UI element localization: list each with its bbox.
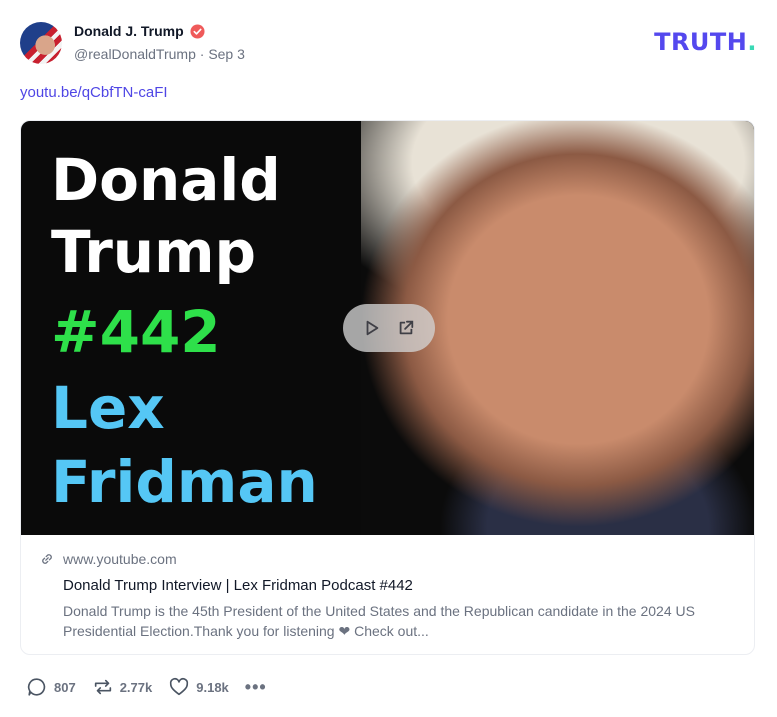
avatar[interactable]	[20, 22, 62, 64]
author-handle[interactable]: @realDonaldTrump	[74, 46, 196, 62]
truth-logo[interactable]: TRUTH.	[654, 28, 757, 56]
link-icon	[42, 554, 52, 564]
like-count: 9.18k	[196, 679, 229, 695]
like-button[interactable]: 9.18k	[168, 676, 229, 698]
reply-icon	[27, 678, 46, 696]
video-thumbnail[interactable]: Donald Trump #442 Lex Fridman	[21, 121, 754, 535]
repost-icon	[94, 679, 111, 695]
reply-button[interactable]: 807	[26, 676, 76, 698]
logo-text: TRUTH	[654, 28, 748, 56]
card-domain-row: www.youtube.com	[39, 551, 740, 567]
verified-badge-icon	[190, 23, 205, 39]
author-row: Donald J. Trump	[74, 23, 205, 39]
meta-separator: ·	[195, 46, 209, 62]
play-icon[interactable]	[362, 318, 382, 338]
thumbnail-line-1: Donald	[51, 146, 281, 214]
post-link[interactable]: youtu.be/qCbfTN-caFI	[20, 84, 168, 101]
card-domain: www.youtube.com	[63, 551, 177, 567]
thumbnail-line-5: Fridman	[51, 448, 318, 516]
media-controls	[343, 304, 435, 352]
post-header: Donald J. Trump @realDonaldTrump · Sep 3…	[20, 20, 757, 66]
handle-row: @realDonaldTrump · Sep 3	[74, 46, 245, 62]
author-name[interactable]: Donald J. Trump	[74, 23, 184, 39]
card-description: Donald Trump is the 45th President of th…	[63, 603, 695, 639]
link-preview-card[interactable]: Donald Trump #442 Lex Fridman www.youtub…	[20, 120, 755, 655]
thumbnail-line-3: #442	[51, 298, 221, 366]
post-date[interactable]: Sep 3	[208, 46, 245, 62]
logo-dot: .	[747, 28, 757, 56]
thumbnail-line-4: Lex	[51, 374, 165, 442]
card-meta: www.youtube.com Donald Trump Interview |…	[21, 535, 754, 654]
repost-count: 2.77k	[119, 679, 153, 695]
more-icon[interactable]: •••	[245, 678, 267, 696]
repost-button[interactable]: 2.77k	[92, 676, 153, 698]
thumbnail-line-2: Trump	[51, 218, 257, 286]
post-actions: 807 2.77k 9.18k •••	[26, 675, 267, 699]
heart-icon	[170, 677, 189, 696]
external-link-icon[interactable]	[396, 318, 416, 338]
card-title[interactable]: Donald Trump Interview | Lex Fridman Pod…	[63, 577, 740, 594]
reply-count: 807	[54, 679, 76, 695]
